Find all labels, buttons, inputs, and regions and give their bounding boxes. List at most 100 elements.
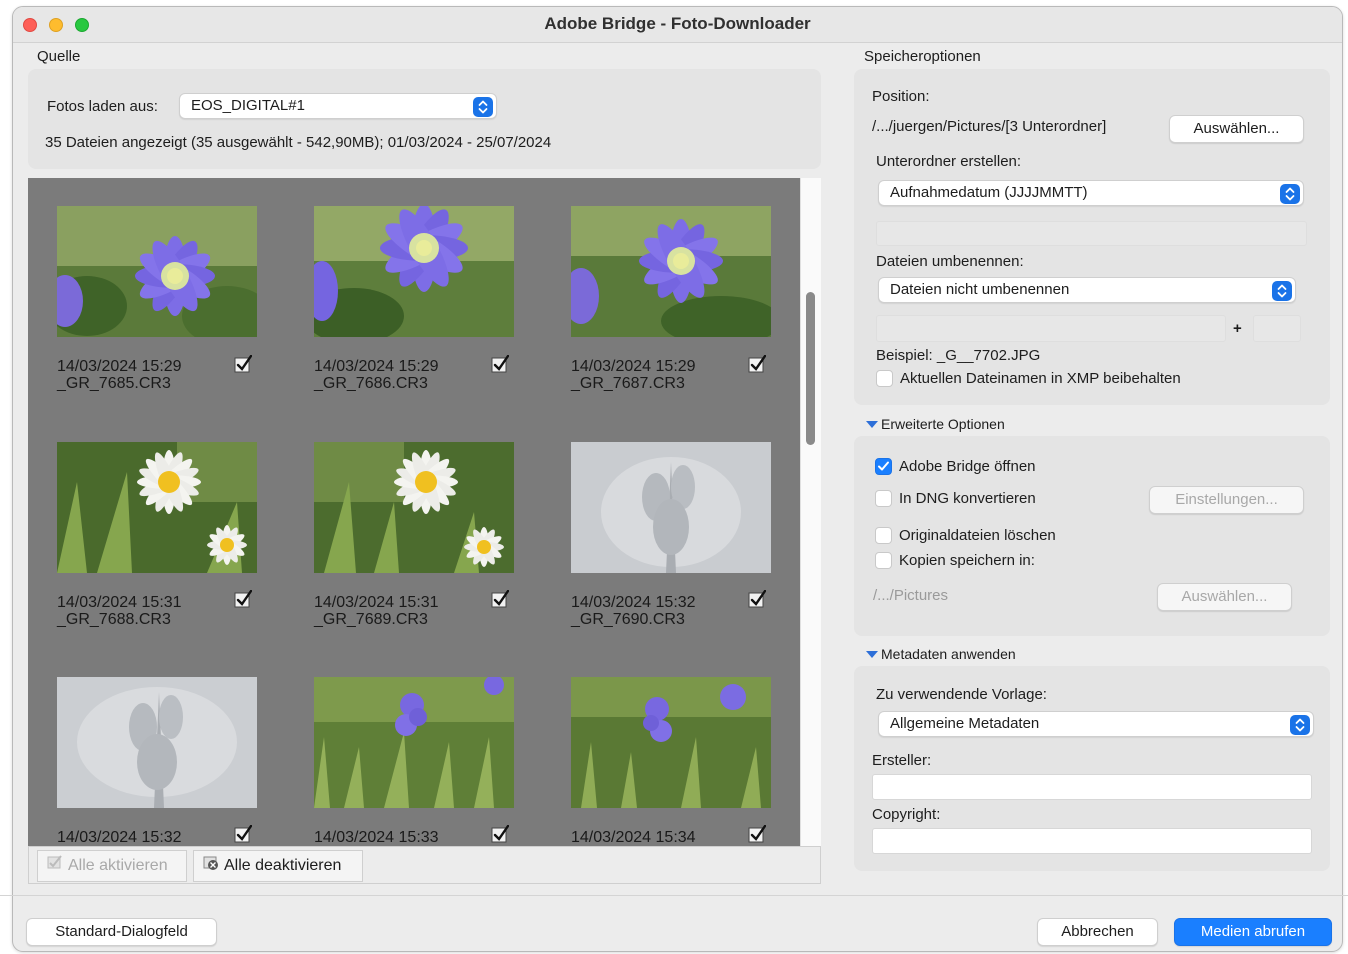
thumbnail-date: 14/03/2024 15:29 xyxy=(57,358,182,375)
thumbnail-date: 14/03/2024 15:31 xyxy=(314,594,439,611)
thumbnail-checkbox[interactable] xyxy=(491,590,509,608)
thumbnail-filename: _GR_7685.CR3 xyxy=(57,375,171,392)
position-label: Position: xyxy=(872,88,930,105)
get-media-button[interactable]: Medien abrufen xyxy=(1174,918,1332,946)
save-options-section-label: Speicheroptionen xyxy=(864,48,981,65)
thumbnail-caption: 14/03/2024 15:31 _GR_7688.CR3 xyxy=(57,594,182,628)
plus-label: + xyxy=(1233,320,1242,337)
load-from-label: Fotos laden aus: xyxy=(47,98,158,115)
deactivate-all-button[interactable]: Alle deaktivieren xyxy=(193,850,363,882)
thumbnail-caption: 14/03/2024 15:29 _GR_7685.CR3 xyxy=(57,358,182,392)
template-value: Allgemeine Metadaten xyxy=(890,715,1040,732)
thumbnail-filename: _GR_7686.CR3 xyxy=(314,375,428,392)
grid-scrollbar-thumb[interactable] xyxy=(806,292,815,445)
thumbnail-date: 14/03/2024 15:29 xyxy=(571,358,696,375)
cancel-button[interactable]: Abbrechen xyxy=(1037,918,1158,946)
load-from-value: EOS_DIGITAL#1 xyxy=(191,97,305,114)
thumbnail-date: 14/03/2024 15:32 xyxy=(571,594,696,611)
thumbnail-filename: _GR_7688.CR3 xyxy=(57,611,171,628)
thumbnail-date: 14/03/2024 15:32 xyxy=(57,829,182,846)
thumbnail-date: 14/03/2024 15:34 xyxy=(571,829,696,846)
metadata-disclosure[interactable]: Metadaten anwenden xyxy=(866,646,1016,662)
thumbnail-filename: _GR_7689.CR3 xyxy=(314,611,428,628)
select-arrows-icon xyxy=(1280,184,1300,204)
grid-scrollbar-track[interactable] xyxy=(800,178,821,846)
subfolder-value: Aufnahmedatum (JJJJMMTT) xyxy=(890,184,1088,201)
window-title: Adobe Bridge - Foto-Downloader xyxy=(544,14,811,33)
choose-position-button[interactable]: Auswählen... xyxy=(1169,115,1304,143)
creator-field[interactable] xyxy=(872,774,1312,800)
thumbnail-checkbox[interactable] xyxy=(491,355,509,373)
footer-divider xyxy=(0,895,1348,896)
thumbnail-checkbox[interactable] xyxy=(234,355,252,373)
rename-select[interactable]: Dateien nicht umbenennen xyxy=(878,277,1296,303)
template-select[interactable]: Allgemeine Metadaten xyxy=(878,711,1314,737)
thumbnail-image[interactable] xyxy=(314,677,514,808)
select-arrows-icon xyxy=(473,97,493,117)
select-arrows-icon xyxy=(1272,281,1292,301)
activate-all-label: Alle aktivieren xyxy=(68,857,168,874)
thumbnail-image[interactable] xyxy=(571,677,771,808)
copyright-label: Copyright: xyxy=(872,806,941,823)
thumbnail-image[interactable] xyxy=(571,442,771,573)
thumbnail-caption: 14/03/2024 15:31 _GR_7689.CR3 xyxy=(314,594,439,628)
subfolder-custom-field[interactable] xyxy=(876,221,1307,246)
copyright-field[interactable] xyxy=(872,828,1312,854)
creator-label: Ersteller: xyxy=(872,752,932,769)
keep-filename-label: Aktuellen Dateinamen in XMP beibehalten xyxy=(900,370,1181,387)
title-bar: Adobe Bridge - Foto-Downloader xyxy=(13,7,1342,43)
thumbnail-filename: _GR_7687.CR3 xyxy=(571,375,685,392)
rename-text-field[interactable] xyxy=(876,315,1226,342)
delete-originals-label: Originaldateien löschen xyxy=(899,527,1056,544)
deactivate-all-label: Alle deaktivieren xyxy=(224,857,342,874)
thumbnail-filename: _GR_7690.CR3 xyxy=(571,611,685,628)
select-arrows-icon xyxy=(1290,715,1310,735)
rename-label: Dateien umbenennen: xyxy=(876,253,1024,270)
thumbnail-caption: 14/03/2024 15:34 xyxy=(571,829,696,846)
thumbnail-image[interactable] xyxy=(314,206,514,337)
source-panel xyxy=(28,69,821,169)
open-bridge-label: Adobe Bridge öffnen xyxy=(899,458,1036,475)
convert-dng-checkbox[interactable] xyxy=(875,490,892,507)
subfolder-select[interactable]: Aufnahmedatum (JJJJMMTT) xyxy=(878,180,1304,206)
position-value: /.../juergen/Pictures/[3 Unterordner] xyxy=(872,118,1107,135)
subfolder-label: Unterordner erstellen: xyxy=(876,153,1022,170)
delete-originals-checkbox[interactable] xyxy=(875,527,892,544)
thumbnail-image[interactable] xyxy=(57,677,257,808)
keep-filename-checkbox[interactable] xyxy=(876,370,893,387)
rename-number-field[interactable] xyxy=(1253,315,1301,342)
metadata-section-label: Metadaten anwenden xyxy=(881,646,1016,662)
thumbnail-checkbox[interactable] xyxy=(748,590,766,608)
thumbnail-caption: 14/03/2024 15:29 _GR_7687.CR3 xyxy=(571,358,696,392)
thumbnail-caption: 14/03/2024 15:32 xyxy=(57,829,182,846)
checkmark-icon xyxy=(878,461,889,471)
disclosure-triangle-icon xyxy=(866,651,878,658)
thumbnail-image[interactable] xyxy=(571,206,771,337)
thumbnail-checkbox[interactable] xyxy=(748,355,766,373)
thumbnail-caption: 14/03/2024 15:29 _GR_7686.CR3 xyxy=(314,358,439,392)
source-summary: 35 Dateien angezeigt (35 ausgewählt - 54… xyxy=(45,134,552,151)
thumbnail-image[interactable] xyxy=(314,442,514,573)
thumbnail-date: 14/03/2024 15:31 xyxy=(57,594,182,611)
thumbnail-caption: 14/03/2024 15:32 _GR_7690.CR3 xyxy=(571,594,696,628)
thumbnail-image[interactable] xyxy=(57,442,257,573)
copies-choose-button[interactable]: Auswählen... xyxy=(1157,583,1292,611)
thumbnail-caption: 14/03/2024 15:33 xyxy=(314,829,439,846)
dng-settings-button[interactable]: Einstellungen... xyxy=(1149,486,1304,514)
thumbnail-checkbox[interactable] xyxy=(234,825,252,843)
load-from-select[interactable]: EOS_DIGITAL#1 xyxy=(179,93,497,119)
copies-path: /.../Pictures xyxy=(873,587,949,604)
thumbnail-date: 14/03/2024 15:33 xyxy=(314,829,439,846)
standard-dialog-button[interactable]: Standard-Dialogfeld xyxy=(26,918,217,946)
open-bridge-checkbox[interactable] xyxy=(875,458,892,475)
activate-all-button[interactable]: Alle aktivieren xyxy=(37,850,187,882)
thumbnail-image[interactable] xyxy=(57,206,257,337)
advanced-options-disclosure[interactable]: Erweiterte Optionen xyxy=(866,416,1005,432)
thumbnail-checkbox[interactable] xyxy=(491,825,509,843)
save-copies-checkbox[interactable] xyxy=(875,552,892,569)
thumbnail-checkbox[interactable] xyxy=(234,590,252,608)
grid-toolbar: Alle aktivieren Alle deaktivieren xyxy=(28,846,821,884)
thumbnail-checkbox[interactable] xyxy=(748,825,766,843)
rename-value: Dateien nicht umbenennen xyxy=(890,281,1070,298)
template-label: Zu verwendende Vorlage: xyxy=(876,686,1047,703)
